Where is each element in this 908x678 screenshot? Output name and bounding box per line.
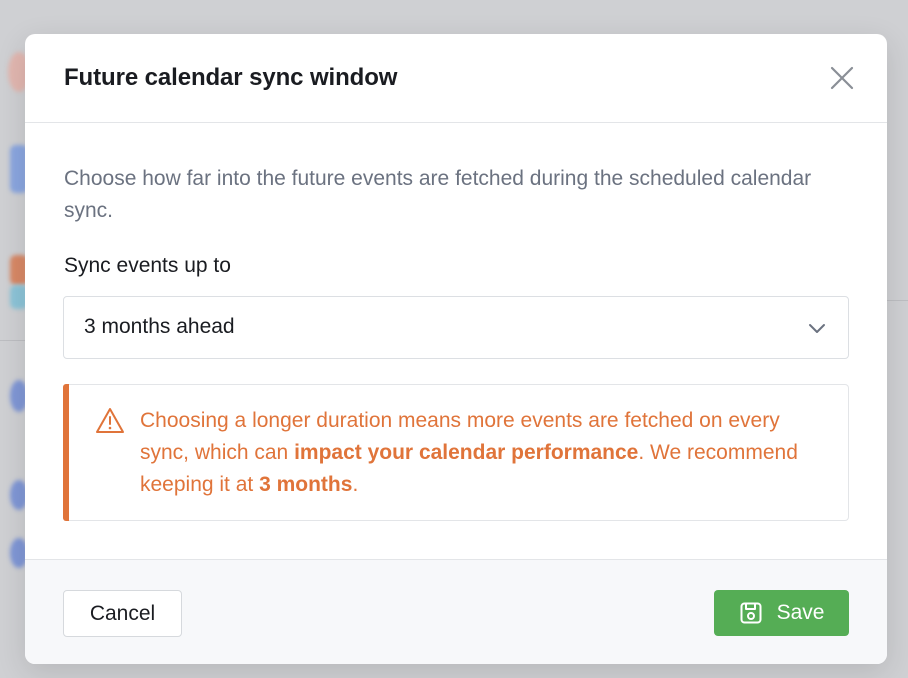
chevron-down-icon: [809, 324, 825, 333]
warning-accent-bar: [63, 384, 69, 521]
warning-text-emphasis: impact your calendar performance: [294, 441, 639, 464]
select-value: 3 months ahead: [84, 315, 235, 338]
dialog-header: Future calendar sync window: [25, 34, 887, 123]
save-floppy-icon: [740, 602, 762, 624]
dialog-title: Future calendar sync window: [64, 64, 398, 91]
save-button[interactable]: Save: [714, 590, 849, 636]
background-divider: [887, 300, 908, 301]
cancel-button[interactable]: Cancel: [63, 590, 182, 637]
close-icon: [830, 66, 854, 90]
warning-text-emphasis: 3 months: [259, 473, 353, 496]
sync-duration-select[interactable]: 3 months ahead: [63, 296, 849, 359]
performance-warning: Choosing a longer duration means more ev…: [63, 384, 849, 521]
close-button[interactable]: [825, 61, 859, 95]
sync-window-dialog: Future calendar sync window Choose how f…: [25, 34, 887, 664]
save-button-label: Save: [776, 601, 825, 624]
dialog-description: Choose how far into the future events ar…: [64, 167, 812, 222]
warning-text-part: .: [352, 473, 359, 496]
background-divider: [0, 340, 25, 341]
warning-message: Choosing a longer duration means more ev…: [140, 405, 830, 501]
sync-events-label: Sync events up to: [64, 254, 231, 277]
dialog-footer: Cancel Save: [25, 559, 887, 664]
warning-triangle-icon: [96, 408, 124, 433]
